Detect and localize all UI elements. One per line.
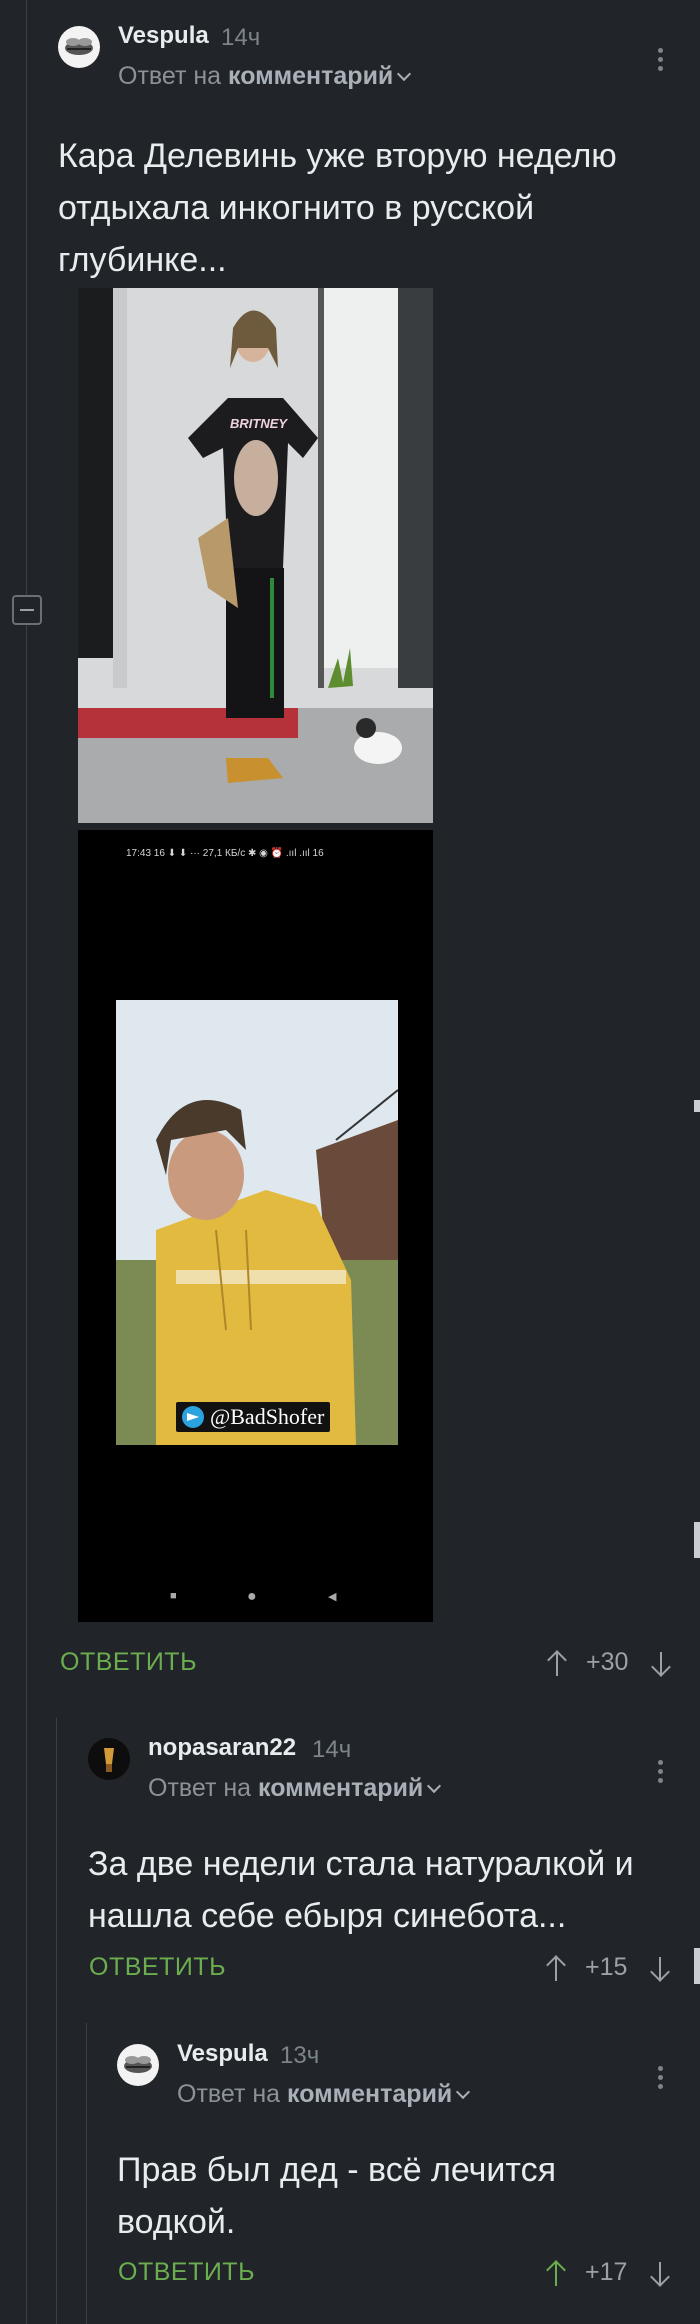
arrow-up-icon[interactable]: [546, 1650, 568, 1678]
comment-header: nopasaran22 14ч Ответ на комментарий: [88, 1734, 680, 1802]
collapse-icon[interactable]: [12, 595, 42, 625]
comment-1: Vespula 14ч Ответ на комментарий Кара Де…: [58, 22, 678, 279]
arrow-down-icon[interactable]: [649, 1955, 671, 1983]
arrow-up-icon[interactable]: [545, 1955, 567, 1983]
nav-square-icon: ■: [170, 1590, 177, 1602]
thread-line-root: [26, 0, 27, 2324]
scrollbar-marker: [694, 1522, 700, 1558]
nav-back-icon: ◀: [328, 1591, 337, 1603]
reply-target[interactable]: комментарий: [258, 1774, 423, 1802]
comment-actions: ОТВЕТИТЬ +15: [89, 1953, 680, 1993]
nav-circle-icon: ●: [247, 1588, 257, 1605]
scrollbar-marker: [694, 1948, 700, 1984]
timestamp: 13ч: [280, 2042, 320, 2069]
reply-prefix: Ответ на: [148, 1774, 259, 1802]
telegram-icon: [182, 1406, 204, 1428]
comment-text: За две недели стала натуралкой и нашла с…: [88, 1845, 634, 1935]
status-bar: 17:43 16 ⬇ ⬇ ··· 27,1 КБ/с ✱ ◉ ⏰ .ııl .ı…: [126, 848, 324, 859]
comment-header: Vespula 13ч Ответ на комментарий: [117, 2040, 680, 2108]
comment-image-1[interactable]: BRITNEY: [78, 288, 433, 823]
kebab-menu-icon[interactable]: [658, 2066, 664, 2093]
reply-prefix: Ответ на: [118, 62, 229, 90]
scrollbar-marker: [694, 1100, 700, 1112]
timestamp: 14ч: [221, 24, 261, 51]
avatar[interactable]: [88, 1738, 130, 1780]
comment-text: Прав был дед - всё лечится водкой.: [117, 2151, 556, 2241]
reply-to[interactable]: Ответ на комментарий: [118, 62, 412, 91]
avatar[interactable]: [58, 26, 100, 68]
watermark: @BadShofer: [176, 1402, 331, 1432]
kebab-menu-icon[interactable]: [658, 1760, 664, 1787]
shirt-text: BRITNEY: [230, 416, 288, 431]
reply-to[interactable]: Ответ на комментарий: [177, 2080, 471, 2109]
username[interactable]: Vespula: [118, 22, 209, 50]
comment-2: nopasaran22 14ч Ответ на комментарий За …: [88, 1734, 680, 1935]
arrow-up-icon[interactable]: [545, 2260, 567, 2288]
rating: +15: [585, 1953, 628, 1981]
reply-button[interactable]: ОТВЕТИТЬ: [60, 1648, 197, 1677]
reply-target[interactable]: комментарий: [287, 2080, 452, 2108]
video-frame[interactable]: @BadShofer: [116, 1000, 398, 1445]
chevron-down-icon[interactable]: [456, 2084, 471, 2100]
reply-target[interactable]: комментарий: [228, 62, 393, 90]
reply-button[interactable]: ОТВЕТИТЬ: [118, 2258, 255, 2287]
rating: +30: [586, 1648, 629, 1676]
watermark-text: @BadShofer: [210, 1404, 325, 1429]
thread-line-level1: [56, 1718, 57, 2324]
username[interactable]: nopasaran22: [148, 1734, 296, 1762]
comment-actions: ОТВЕТИТЬ +17: [118, 2258, 680, 2298]
comment-actions: ОТВЕТИТЬ +30: [60, 1648, 680, 1688]
kebab-menu-icon[interactable]: [658, 48, 664, 75]
timestamp: 14ч: [312, 1736, 352, 1763]
reply-prefix: Ответ на: [177, 2080, 288, 2108]
comment-header: Vespula 14ч Ответ на комментарий: [58, 22, 678, 90]
reply-button[interactable]: ОТВЕТИТЬ: [89, 1953, 226, 1982]
reply-to[interactable]: Ответ на комментарий: [148, 1774, 442, 1803]
thread-line-level2: [86, 2023, 87, 2324]
comment-3: Vespula 13ч Ответ на комментарий Прав бы…: [117, 2040, 680, 2241]
username[interactable]: Vespula: [177, 2040, 268, 2068]
arrow-down-icon[interactable]: [649, 2260, 671, 2288]
chevron-down-icon[interactable]: [427, 1778, 442, 1794]
avatar[interactable]: [117, 2044, 159, 2086]
arrow-down-icon[interactable]: [650, 1650, 672, 1678]
comment-text: Кара Делевинь уже вторую неделю отдыхала…: [58, 137, 617, 279]
chevron-down-icon[interactable]: [397, 66, 412, 82]
rating: +17: [585, 2258, 628, 2286]
comment-image-2[interactable]: 17:43 16 ⬇ ⬇ ··· 27,1 КБ/с ✱ ◉ ⏰ .ııl .ı…: [78, 830, 433, 1622]
